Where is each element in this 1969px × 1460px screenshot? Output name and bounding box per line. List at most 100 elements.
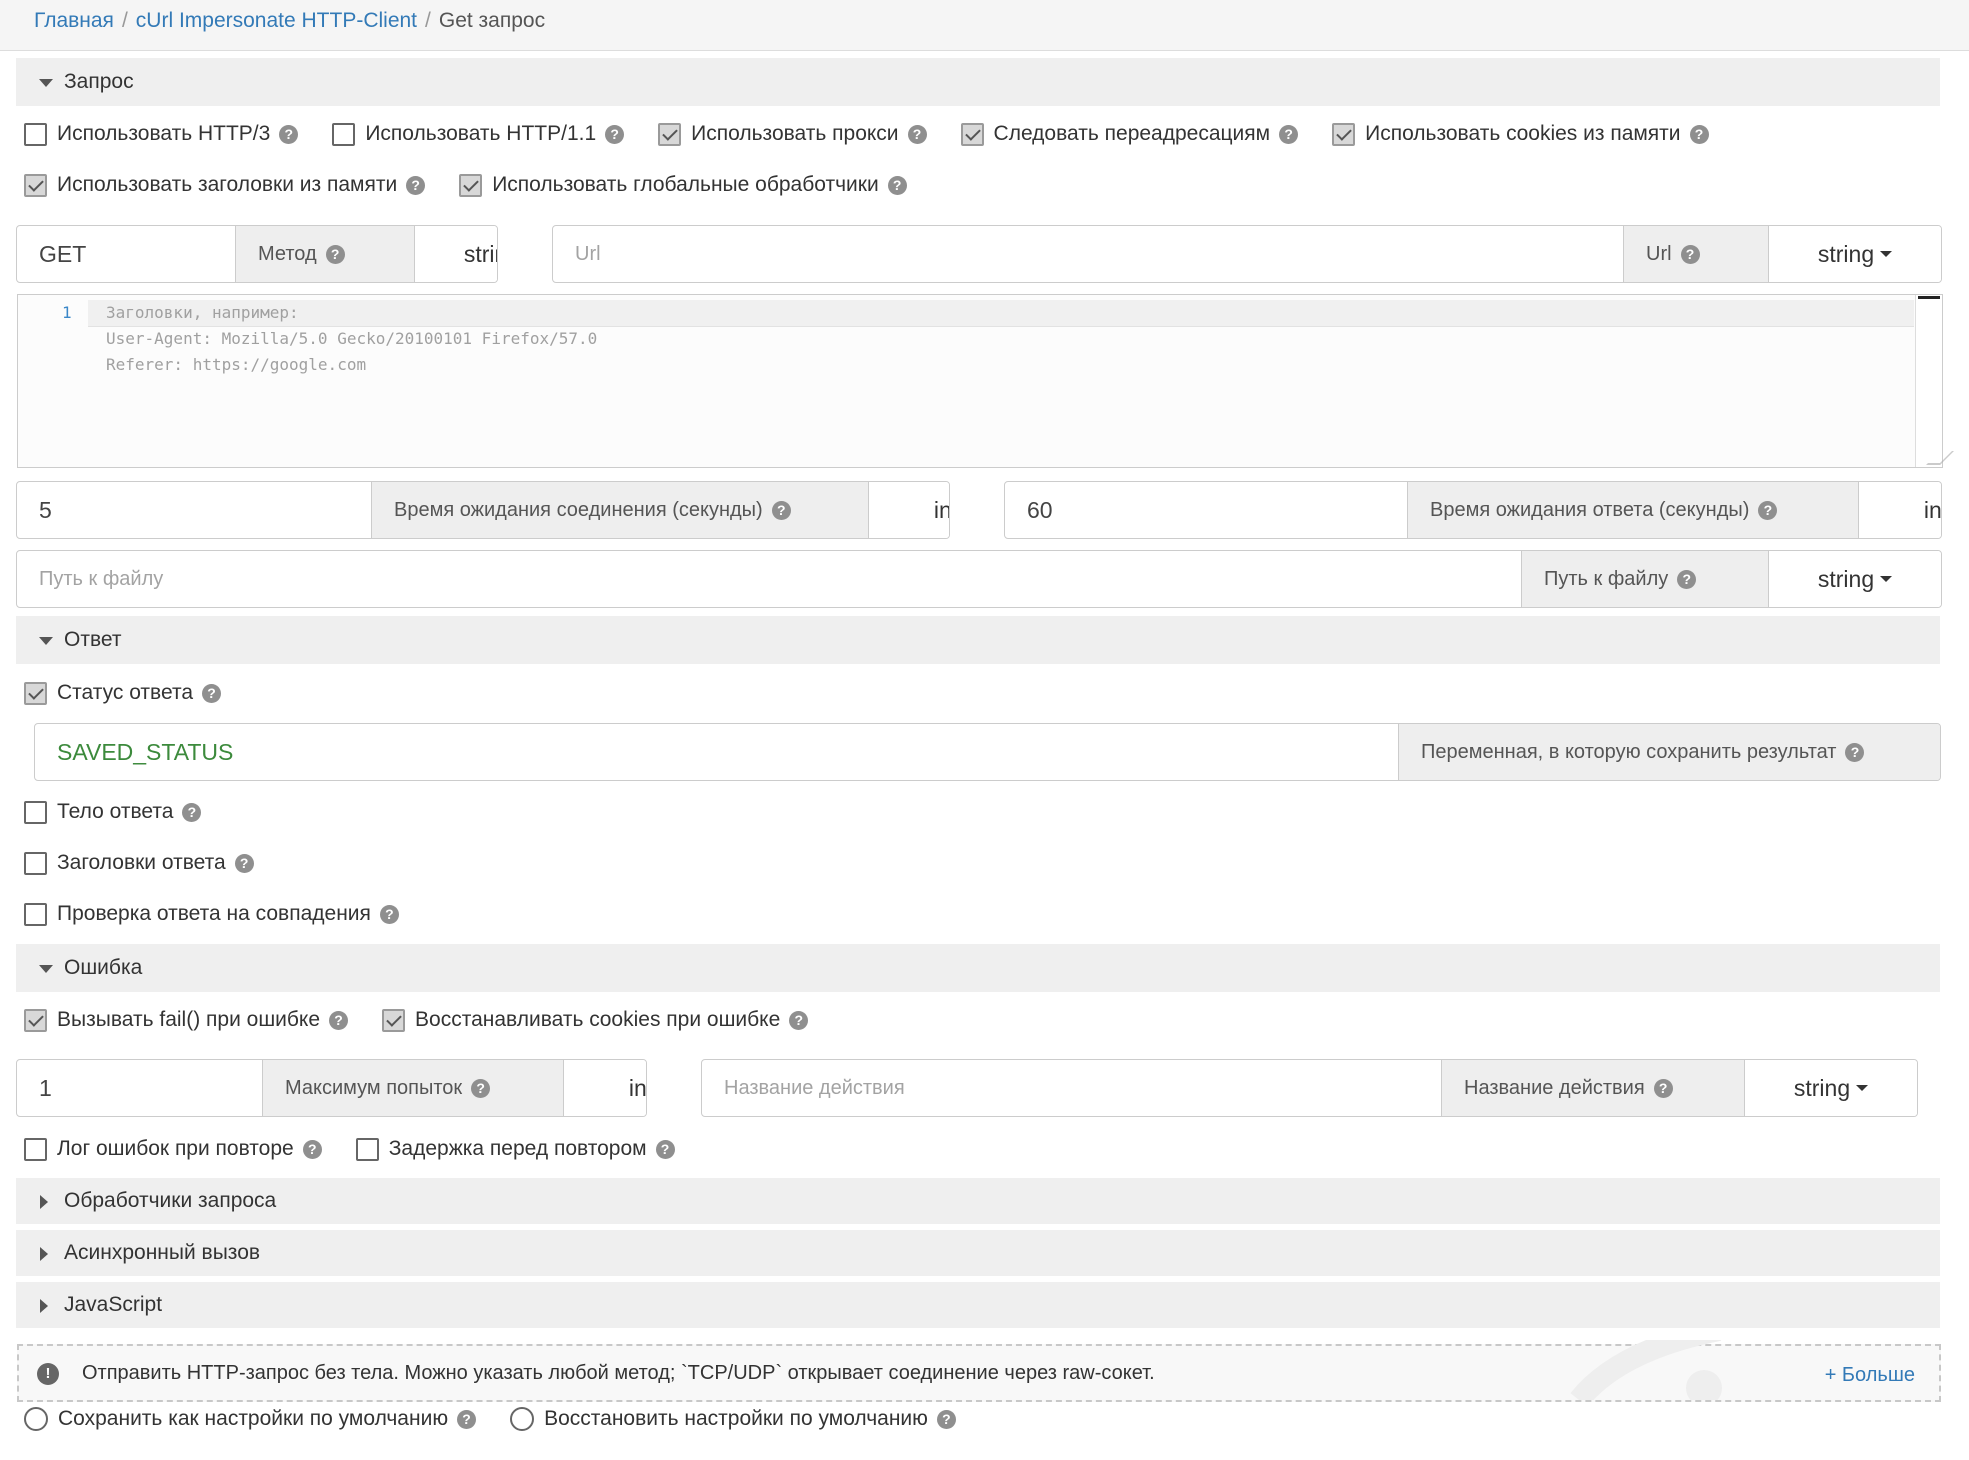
checkbox-box[interactable] bbox=[1332, 122, 1356, 146]
checkbox-box[interactable] bbox=[24, 1137, 47, 1161]
response-timeout-input[interactable]: 60 bbox=[1005, 482, 1407, 538]
response-headers-checkbox[interactable]: Заголовки ответа? bbox=[24, 851, 254, 875]
restore-defaults-label: Восстановить настройки по умолчанию bbox=[544, 1407, 928, 1430]
help-icon[interactable]: ? bbox=[406, 175, 426, 195]
help-icon[interactable]: ? bbox=[302, 1139, 322, 1159]
save-defaults-radio[interactable]: Сохранить как настройки по умолчанию? bbox=[24, 1407, 477, 1431]
checkbox-box[interactable] bbox=[355, 1137, 379, 1161]
help-icon[interactable]: ? bbox=[655, 1139, 675, 1159]
use-proxy-checkbox[interactable]: Использовать прокси? bbox=[658, 122, 927, 146]
max-attempts-label: Максимум попыток bbox=[285, 1076, 463, 1099]
help-icon[interactable]: ? bbox=[457, 1409, 477, 1429]
retry-options-row: Лог ошибок при повторе? Задержка перед п… bbox=[24, 1134, 709, 1164]
url-type-dropdown[interactable]: string bbox=[1768, 226, 1941, 282]
checkbox-box[interactable] bbox=[24, 1008, 47, 1032]
max-attempts-input[interactable]: 1 bbox=[17, 1060, 262, 1116]
fail-on-error-checkbox[interactable]: Вызывать fail() при ошибке? bbox=[24, 1008, 349, 1032]
checkbox-box[interactable] bbox=[24, 173, 47, 197]
checkbox-box[interactable] bbox=[658, 122, 682, 146]
connect-timeout-input[interactable]: 5 bbox=[17, 482, 371, 538]
use-http3-checkbox[interactable]: Использовать HTTP/3? bbox=[24, 122, 299, 146]
help-icon[interactable]: ? bbox=[1680, 244, 1700, 264]
help-icon[interactable]: ? bbox=[605, 124, 625, 144]
placeholder-line: Заголовки, например: bbox=[106, 303, 299, 322]
help-icon[interactable]: ? bbox=[471, 1078, 491, 1098]
log-errors-on-retry-checkbox[interactable]: Лог ошибок при повторе? bbox=[24, 1137, 322, 1161]
help-icon[interactable]: ? bbox=[907, 124, 927, 144]
help-icon[interactable]: ? bbox=[1279, 124, 1299, 144]
checkbox-box[interactable] bbox=[24, 902, 47, 926]
follow-redirects-checkbox[interactable]: Следовать переадресациям? bbox=[960, 122, 1299, 146]
checkbox-box[interactable] bbox=[332, 122, 356, 146]
use-proxy-label: Использовать прокси bbox=[691, 122, 899, 145]
file-path-type-dropdown[interactable]: string bbox=[1768, 551, 1941, 607]
caret-down-icon bbox=[1856, 1085, 1869, 1091]
editor-scrollbar[interactable] bbox=[1915, 295, 1942, 467]
help-icon[interactable]: ? bbox=[202, 683, 222, 703]
headers-editor[interactable]: 1 Заголовки, например: User-Agent: Mozill… bbox=[17, 294, 1954, 468]
checkbox-box[interactable] bbox=[24, 122, 47, 146]
use-headers-checkbox[interactable]: Использовать заголовки из памяти? bbox=[24, 173, 426, 197]
help-icon[interactable]: ? bbox=[1677, 569, 1697, 589]
section-response-header[interactable]: Ответ bbox=[16, 616, 1940, 664]
help-icon[interactable]: ? bbox=[936, 1409, 956, 1429]
help-icon[interactable]: ? bbox=[1845, 742, 1865, 762]
help-icon[interactable]: ? bbox=[329, 1010, 349, 1030]
caret-down-icon bbox=[39, 637, 53, 645]
section-request-handlers-header[interactable]: Обработчики запроса bbox=[16, 1178, 1940, 1224]
checkbox-box[interactable] bbox=[24, 800, 47, 824]
checkbox-box[interactable] bbox=[960, 122, 984, 146]
section-error-header[interactable]: Ошибка bbox=[16, 944, 1940, 992]
checkbox-box[interactable] bbox=[24, 851, 47, 875]
file-path-input[interactable]: Путь к файлу bbox=[17, 551, 1521, 607]
checkbox-box[interactable] bbox=[382, 1008, 406, 1032]
section-javascript-header[interactable]: JavaScript bbox=[16, 1282, 1940, 1328]
method-type-dropdown[interactable]: string bbox=[414, 226, 497, 282]
use-cookies-checkbox[interactable]: Использовать cookies из памяти? bbox=[1332, 122, 1709, 146]
help-icon[interactable]: ? bbox=[325, 244, 345, 264]
save-variable-input[interactable]: SAVED_STATUS bbox=[35, 724, 1398, 780]
section-async-call-header[interactable]: Асинхронный вызов bbox=[16, 1230, 1940, 1276]
method-input[interactable]: GET bbox=[17, 226, 235, 282]
connect-timeout-label: Время ожидания соединения (секунды) bbox=[394, 498, 763, 521]
breadcrumb-home-link[interactable]: Главная bbox=[34, 9, 114, 32]
help-icon[interactable]: ? bbox=[1653, 1078, 1673, 1098]
help-icon[interactable]: ? bbox=[771, 500, 791, 520]
use-global-handlers-checkbox[interactable]: Использовать глобальные обработчики? bbox=[459, 173, 907, 197]
url-input-group: Url Url? string bbox=[552, 225, 1942, 283]
help-icon[interactable]: ? bbox=[279, 124, 299, 144]
breadcrumb-section-link[interactable]: cUrl Impersonate HTTP-Client bbox=[136, 9, 417, 32]
checkbox-box[interactable] bbox=[459, 173, 483, 197]
section-request-header[interactable]: Запрос bbox=[16, 58, 1940, 106]
max-attempts-type-dropdown[interactable]: int bbox=[563, 1060, 646, 1116]
radio-circle[interactable] bbox=[510, 1407, 535, 1431]
section-response-title: Ответ bbox=[64, 628, 122, 651]
scrollbar-thumb[interactable] bbox=[1918, 296, 1940, 299]
help-icon[interactable]: ? bbox=[379, 904, 399, 924]
checkbox-box[interactable] bbox=[24, 681, 47, 705]
radio-circle[interactable] bbox=[24, 1407, 48, 1431]
help-icon[interactable]: ? bbox=[234, 853, 254, 873]
response-body-checkbox[interactable]: Тело ответа? bbox=[24, 800, 202, 824]
help-icon[interactable]: ? bbox=[1758, 500, 1778, 520]
restore-cookies-checkbox[interactable]: Восстанавливать cookies при ошибке? bbox=[382, 1008, 809, 1032]
breadcrumb-current: Get запрос bbox=[438, 9, 546, 32]
help-icon[interactable]: ? bbox=[182, 802, 202, 822]
restore-defaults-radio[interactable]: Восстановить настройки по умолчанию? bbox=[510, 1407, 956, 1431]
response-match-checkbox[interactable]: Проверка ответа на совпадения? bbox=[24, 902, 399, 926]
action-name-input[interactable]: Название действия bbox=[702, 1060, 1441, 1116]
retry-delay-checkbox[interactable]: Задержка перед повтором? bbox=[355, 1137, 675, 1161]
use-http11-checkbox[interactable]: Использовать HTTP/1.1? bbox=[332, 122, 625, 146]
url-input[interactable]: Url bbox=[553, 226, 1623, 282]
response-timeout-label: Время ожидания ответа (секунды) bbox=[1430, 498, 1750, 521]
help-icon[interactable]: ? bbox=[887, 175, 907, 195]
response-status-checkbox[interactable]: Статус ответа? bbox=[24, 681, 222, 705]
response-timeout-type-dropdown[interactable]: int bbox=[1858, 482, 1941, 538]
action-name-type-dropdown[interactable]: string bbox=[1744, 1060, 1917, 1116]
section-request-handlers-title: Обработчики запроса bbox=[64, 1189, 277, 1212]
response-headers-row: Заголовки ответа? bbox=[24, 848, 288, 878]
help-icon[interactable]: ? bbox=[1689, 124, 1709, 144]
connect-timeout-type-dropdown[interactable]: int bbox=[868, 482, 949, 538]
more-link[interactable]: + Больше bbox=[1825, 1346, 1915, 1404]
help-icon[interactable]: ? bbox=[789, 1010, 809, 1030]
